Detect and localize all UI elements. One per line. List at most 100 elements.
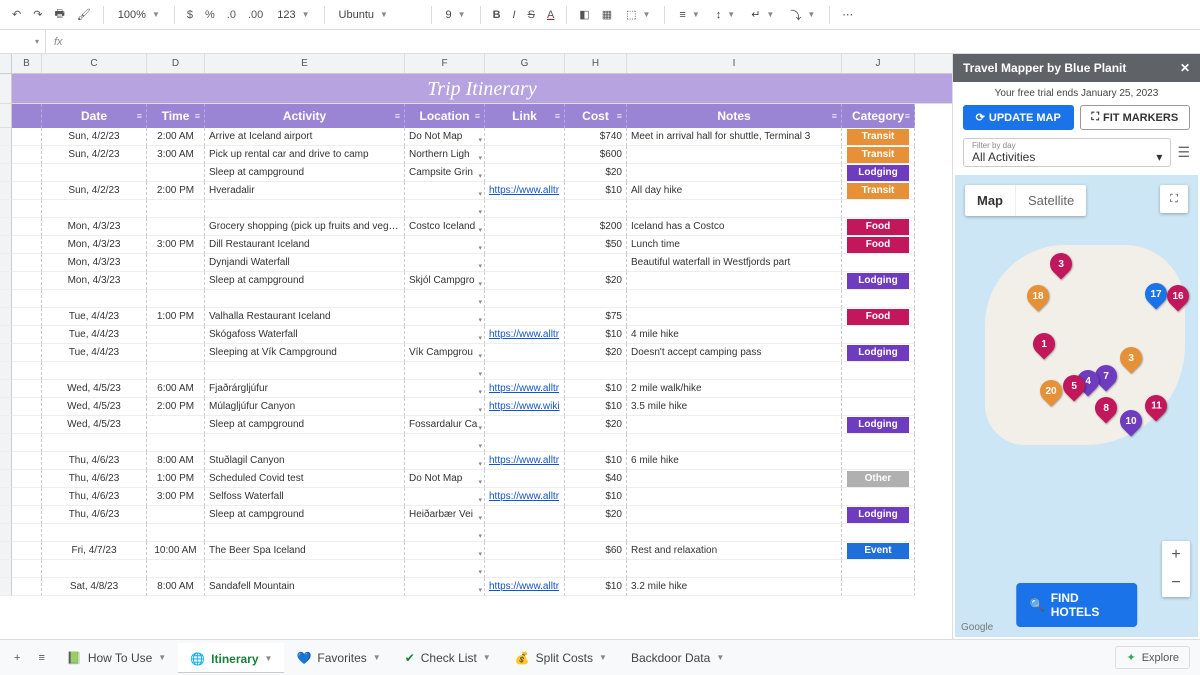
name-box[interactable]: ▾ <box>0 30 46 53</box>
sheet-tab[interactable]: 📗How To Use▼ <box>55 643 178 673</box>
borders-icon[interactable]: ▦ <box>598 6 616 23</box>
filter-icon[interactable]: ≡ <box>195 111 200 121</box>
spreadsheet: B C D E F G H I J Trip Itinerary Date≡ T… <box>0 54 952 639</box>
wrap-select[interactable]: ↵▼ <box>745 6 780 23</box>
map-tab[interactable]: Map <box>965 185 1015 216</box>
sheet-tab[interactable]: 💰Split Costs▼ <box>503 643 619 673</box>
italic-icon[interactable]: I <box>509 7 520 23</box>
number-format-select[interactable]: 123▼ <box>271 7 315 23</box>
zoom-out-button[interactable]: − <box>1162 569 1190 597</box>
filter-icon[interactable]: ≡ <box>137 111 142 121</box>
table-row[interactable]: Wed, 4/5/236:00 AMFjaðrárgljúfur▾https:/… <box>0 380 952 398</box>
fit-markers-button[interactable]: ⛶FIT MARKERS <box>1080 105 1191 130</box>
col-head[interactable]: E <box>205 54 405 73</box>
redo-icon[interactable]: ↷ <box>29 6 46 23</box>
add-sheet-button[interactable]: + <box>6 646 28 670</box>
table-row[interactable]: ▾ <box>0 200 952 218</box>
sheet-tab[interactable]: 💙Favorites▼ <box>284 643 392 673</box>
font-size-select[interactable]: 9▼ <box>440 7 472 23</box>
col-head[interactable]: B <box>12 54 42 73</box>
table-row[interactable]: Sleep at campgroundCampsite Grin▾$20Lodg… <box>0 164 952 182</box>
filter-icon[interactable]: ≡ <box>617 111 622 121</box>
close-icon[interactable]: ✕ <box>1180 61 1190 75</box>
search-icon: 🔍 <box>1030 598 1045 612</box>
halign-select[interactable]: ≡▼ <box>673 7 705 23</box>
filter-icon[interactable]: ≡ <box>832 111 837 121</box>
print-icon[interactable]: 🖶 <box>50 3 68 26</box>
update-map-button[interactable]: ⟳UPDATE MAP <box>963 105 1074 130</box>
table-row[interactable]: Thu, 4/6/231:00 PMScheduled Covid testDo… <box>0 470 952 488</box>
more-icon[interactable]: ⋯ <box>838 6 857 23</box>
undo-icon[interactable]: ↶ <box>8 6 25 23</box>
merge-select[interactable]: ⬚▼ <box>620 6 656 23</box>
google-logo: Google <box>961 622 993 633</box>
table-row[interactable]: Sat, 4/8/238:00 AMSandafell Mountain▾htt… <box>0 578 952 596</box>
side-panel: Travel Mapper by Blue Planit ✕ Your free… <box>952 54 1200 639</box>
table-row[interactable]: Thu, 4/6/23Sleep at campgroundHeiðarbær … <box>0 506 952 524</box>
all-sheets-button[interactable]: ≡ <box>30 646 52 670</box>
table-row[interactable]: Wed, 4/5/23Sleep at campgroundFossardalu… <box>0 416 952 434</box>
col-head[interactable]: I <box>627 54 842 73</box>
col-head[interactable]: F <box>405 54 485 73</box>
bold-icon[interactable]: B <box>489 7 505 23</box>
sheet-tab[interactable]: Backdoor Data▼ <box>619 643 736 673</box>
table-row[interactable]: Tue, 4/4/23Skógafoss Waterfall▾https://w… <box>0 326 952 344</box>
sheet-tab[interactable]: 🌐Itinerary▼ <box>178 643 284 673</box>
table-row[interactable]: Sun, 4/2/232:00 AMArrive at Iceland airp… <box>0 128 952 146</box>
table-row[interactable]: Mon, 4/3/23Grocery shopping (pick up fru… <box>0 218 952 236</box>
fx-icon: fx <box>46 36 71 48</box>
font-select[interactable]: Ubuntu▼ <box>333 7 423 23</box>
satellite-tab[interactable]: Satellite <box>1015 185 1086 216</box>
filter-icon[interactable]: ≡ <box>555 111 560 121</box>
table-row[interactable]: Wed, 4/5/232:00 PMMúlagljúfur Canyon▾htt… <box>0 398 952 416</box>
zoom-select[interactable]: 100%▼ <box>112 7 166 23</box>
map[interactable]: Map Satellite ⛶ 3181716137420581110 + − … <box>955 175 1198 637</box>
table-row[interactable]: ▾ <box>0 524 952 542</box>
col-head[interactable]: D <box>147 54 205 73</box>
find-hotels-button[interactable]: 🔍FIND HOTELS <box>1016 583 1138 627</box>
explore-button[interactable]: ✦Explore <box>1115 646 1190 669</box>
col-head[interactable]: J <box>842 54 915 73</box>
table-row[interactable]: Sun, 4/2/233:00 AMPick up rental car and… <box>0 146 952 164</box>
valign-select[interactable]: ↕▼ <box>710 7 741 23</box>
filter-icon[interactable]: ≡ <box>905 111 910 121</box>
filter-day-select[interactable]: Filter by day All Activities▾ <box>963 138 1171 167</box>
rotate-select[interactable]: ⤵▼ <box>784 5 821 25</box>
table-row[interactable]: Thu, 4/6/233:00 PMSelfoss Waterfall▾http… <box>0 488 952 506</box>
zoom-in-button[interactable]: + <box>1162 541 1190 569</box>
sheet-tabs: + ≡ 📗How To Use▼🌐Itinerary▼💙Favorites▼✔C… <box>0 639 1200 675</box>
table-row[interactable]: Fri, 4/7/2310:00 AMThe Beer Spa Iceland▾… <box>0 542 952 560</box>
refresh-icon: ⟳ <box>976 111 985 124</box>
table-row[interactable]: Sun, 4/2/232:00 PMHveradalir▾https://www… <box>0 182 952 200</box>
sheet-title: Trip Itinerary <box>12 74 952 104</box>
table-row[interactable]: ▾ <box>0 362 952 380</box>
panel-title: Travel Mapper by Blue Planit <box>963 61 1126 75</box>
table-row[interactable]: ▾ <box>0 560 952 578</box>
table-row[interactable]: ▾ <box>0 290 952 308</box>
table-row[interactable]: Thu, 4/6/238:00 AMStuðlagil Canyon▾https… <box>0 452 952 470</box>
text-color-icon[interactable]: A <box>543 7 558 23</box>
table-row[interactable]: Mon, 4/3/233:00 PMDill Restaurant Icelan… <box>0 236 952 254</box>
table-row[interactable]: ▾ <box>0 434 952 452</box>
filter-icon[interactable]: ≡ <box>395 111 400 121</box>
currency-button[interactable]: $ <box>183 7 197 23</box>
col-head[interactable]: G <box>485 54 565 73</box>
decrease-decimal-button[interactable]: .0 <box>223 7 240 23</box>
table-row[interactable]: Tue, 4/4/231:00 PMValhalla Restaurant Ic… <box>0 308 952 326</box>
strike-icon[interactable]: S <box>524 7 539 23</box>
table-row[interactable]: Mon, 4/3/23Dynjandi Waterfall▾Beautiful … <box>0 254 952 272</box>
table-row[interactable]: Tue, 4/4/23Sleeping at Vík CampgroundVík… <box>0 344 952 362</box>
fit-icon: ⛶ <box>1091 111 1099 124</box>
settings-icon[interactable]: ☰ <box>1177 144 1190 161</box>
increase-decimal-button[interactable]: .00 <box>244 7 267 23</box>
filter-icon[interactable]: ≡ <box>475 111 480 121</box>
paint-format-icon[interactable]: 🖌 <box>73 6 95 23</box>
percent-button[interactable]: % <box>201 7 219 23</box>
col-head[interactable]: C <box>42 54 147 73</box>
sheet-tab[interactable]: ✔Check List▼ <box>393 643 503 673</box>
trial-notice: Your free trial ends January 25, 2023 <box>953 82 1200 105</box>
fullscreen-icon[interactable]: ⛶ <box>1160 185 1188 213</box>
fill-color-icon[interactable]: ◧ <box>575 6 593 23</box>
table-row[interactable]: Mon, 4/3/23Sleep at campgroundSkjól Camp… <box>0 272 952 290</box>
col-head[interactable]: H <box>565 54 627 73</box>
